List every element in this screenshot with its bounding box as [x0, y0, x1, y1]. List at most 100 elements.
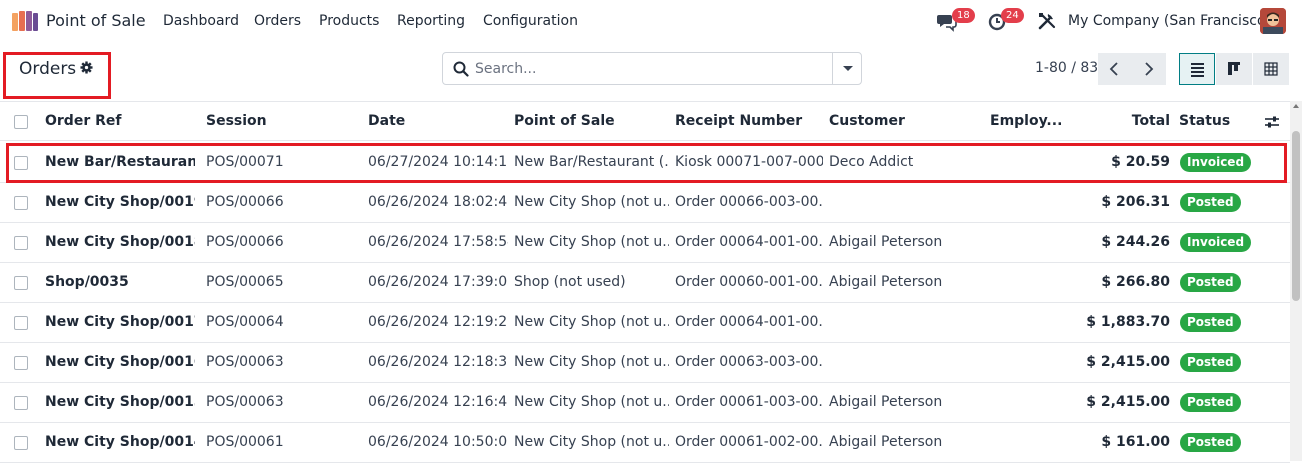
cell-session: POS/00064	[206, 314, 284, 330]
cell-customer: Abigail Peterson	[829, 394, 943, 410]
cell-order-ref: New City Shop/0014	[45, 434, 195, 450]
cell-receipt-number: Order 00064-001-00...	[675, 234, 823, 250]
table-header: Order Ref Session Date Point of Sale Rec…	[0, 101, 1290, 141]
cell-order-ref: New Bar/Restaurant...	[45, 154, 195, 170]
cell-order-ref: New City Shop/0017	[45, 314, 195, 330]
pivot-view-button[interactable]	[1253, 53, 1289, 85]
column-employee[interactable]: Employ...	[990, 113, 1062, 129]
column-date[interactable]: Date	[368, 113, 405, 129]
cell-date: 06/26/2024 17:58:54	[368, 234, 508, 250]
cell-date: 06/26/2024 10:50:01	[368, 434, 508, 450]
cell-customer: Abigail Peterson	[829, 234, 943, 250]
cell-point-of-sale: New City Shop (not u...	[514, 314, 669, 330]
search-options-toggle[interactable]	[832, 53, 861, 84]
menu-reporting[interactable]: Reporting	[397, 13, 465, 29]
row-checkbox[interactable]	[14, 156, 28, 170]
column-session[interactable]: Session	[206, 113, 267, 129]
menu-products[interactable]: Products	[319, 13, 379, 29]
row-checkbox[interactable]	[14, 196, 28, 210]
table-row[interactable]: New City Shop/0018 POS/00066 06/26/2024 17…	[0, 223, 1290, 263]
table-row[interactable]: Shop/0035 POS/00065 06/26/2024 17:39:01 Sho…	[0, 263, 1290, 303]
table-row[interactable]: New City Shop/0016 POS/00063 06/26/2024 12…	[0, 343, 1290, 383]
menu-orders[interactable]: Orders	[254, 13, 301, 29]
cell-date: 06/26/2024 12:16:47	[368, 394, 508, 410]
row-checkbox[interactable]	[14, 236, 28, 250]
cell-total: $ 2,415.00	[1086, 354, 1170, 370]
user-avatar-icon	[1260, 8, 1286, 34]
column-status[interactable]: Status	[1179, 113, 1230, 129]
column-point-of-sale[interactable]: Point of Sale	[514, 113, 615, 129]
avatar[interactable]	[1260, 8, 1286, 34]
row-checkbox[interactable]	[14, 356, 28, 370]
menu-dashboard[interactable]: Dashboard	[163, 13, 239, 29]
cell-receipt-number: Kiosk 00071-007-0001	[675, 154, 823, 170]
list-view-button[interactable]	[1179, 53, 1215, 85]
row-checkbox[interactable]	[14, 396, 28, 410]
top-navbar: Point of Sale Dashboard Orders Products …	[0, 0, 1302, 42]
kanban-view-button[interactable]	[1216, 53, 1252, 85]
cell-receipt-number: Order 00064-001-00...	[675, 314, 823, 330]
cell-session: POS/00066	[206, 234, 284, 250]
row-checkbox[interactable]	[14, 436, 28, 450]
status-badge: Posted	[1180, 273, 1241, 292]
gear-icon[interactable]	[80, 61, 93, 74]
table-row[interactable]: New City Shop/0015 POS/00063 06/26/2024 12…	[0, 383, 1290, 423]
cell-receipt-number: Order 00066-003-00...	[675, 194, 823, 210]
cell-total: $ 20.59	[1111, 154, 1170, 170]
list-view-icon	[1191, 63, 1204, 77]
scrollbar[interactable]	[1290, 101, 1302, 461]
pager-value[interactable]: 1-80 / 83	[1035, 60, 1098, 76]
row-checkbox[interactable]	[14, 276, 28, 290]
cell-session: POS/00061	[206, 434, 284, 450]
search-input[interactable]	[475, 56, 830, 81]
app-name[interactable]: Point of Sale	[46, 11, 146, 30]
cell-point-of-sale: New City Shop (not u...	[514, 434, 669, 450]
table-row[interactable]: New Bar/Restaurant... POS/00071 06/27/2024…	[0, 143, 1290, 183]
cell-point-of-sale: New City Shop (not u...	[514, 194, 669, 210]
cell-total: $ 244.26	[1101, 234, 1170, 250]
cell-receipt-number: Order 00063-003-00...	[675, 354, 823, 370]
cell-order-ref: Shop/0035	[45, 274, 129, 290]
select-all-checkbox[interactable]	[14, 115, 28, 129]
cell-total: $ 2,415.00	[1086, 394, 1170, 410]
status-badge: Posted	[1180, 433, 1241, 452]
table-row[interactable]: New City Shop/0014 POS/00061 06/26/2024 10…	[0, 423, 1290, 463]
column-total[interactable]: Total	[1110, 113, 1170, 129]
cell-point-of-sale: New City Shop (not u...	[514, 394, 669, 410]
cell-order-ref: New City Shop/0019	[45, 194, 195, 210]
cell-date: 06/26/2024 18:02:46	[368, 194, 508, 210]
status-badge: Invoiced	[1180, 233, 1252, 252]
column-order-ref[interactable]: Order Ref	[45, 113, 121, 129]
cell-order-ref: New City Shop/0016	[45, 354, 195, 370]
column-receipt-number[interactable]: Receipt Number	[675, 113, 802, 129]
scrollbar-thumb[interactable]	[1292, 131, 1300, 301]
pivot-view-icon	[1264, 62, 1278, 76]
pos-logo-icon[interactable]	[12, 11, 38, 31]
sliders-icon[interactable]	[1264, 114, 1280, 130]
cell-order-ref: New City Shop/0018	[45, 234, 195, 250]
cell-point-of-sale: New Bar/Restaurant (...	[514, 154, 669, 170]
cell-session: POS/00071	[206, 154, 284, 170]
page-title: Orders	[19, 59, 77, 79]
table-row[interactable]: New City Shop/0019 POS/00066 06/26/2024 18…	[0, 183, 1290, 223]
cell-order-ref: New City Shop/0015	[45, 394, 195, 410]
cell-point-of-sale: Shop (not used)	[514, 274, 626, 290]
row-checkbox[interactable]	[14, 316, 28, 330]
pager-previous-button[interactable]	[1098, 53, 1132, 85]
tools-icon[interactable]	[1036, 10, 1058, 32]
table-row[interactable]: New City Shop/0017 POS/00064 06/26/2024 12…	[0, 303, 1290, 343]
cell-date: 06/26/2024 12:19:27	[368, 314, 508, 330]
chevron-left-icon	[1109, 62, 1118, 76]
company-switcher[interactable]: My Company (San Francisco)	[1068, 13, 1271, 29]
menu-configuration[interactable]: Configuration	[483, 13, 578, 29]
status-badge: Posted	[1180, 353, 1241, 372]
scroll-up-arrow-icon[interactable]	[1293, 104, 1299, 108]
cell-customer: Deco Addict	[829, 154, 914, 170]
cell-date: 06/26/2024 17:39:01	[368, 274, 508, 290]
activities-badge: 24	[1001, 8, 1024, 23]
cell-session: POS/00063	[206, 394, 284, 410]
cell-customer: Abigail Peterson	[829, 274, 943, 290]
column-customer[interactable]: Customer	[829, 113, 905, 129]
pager-next-button[interactable]	[1132, 53, 1166, 85]
cell-session: POS/00066	[206, 194, 284, 210]
